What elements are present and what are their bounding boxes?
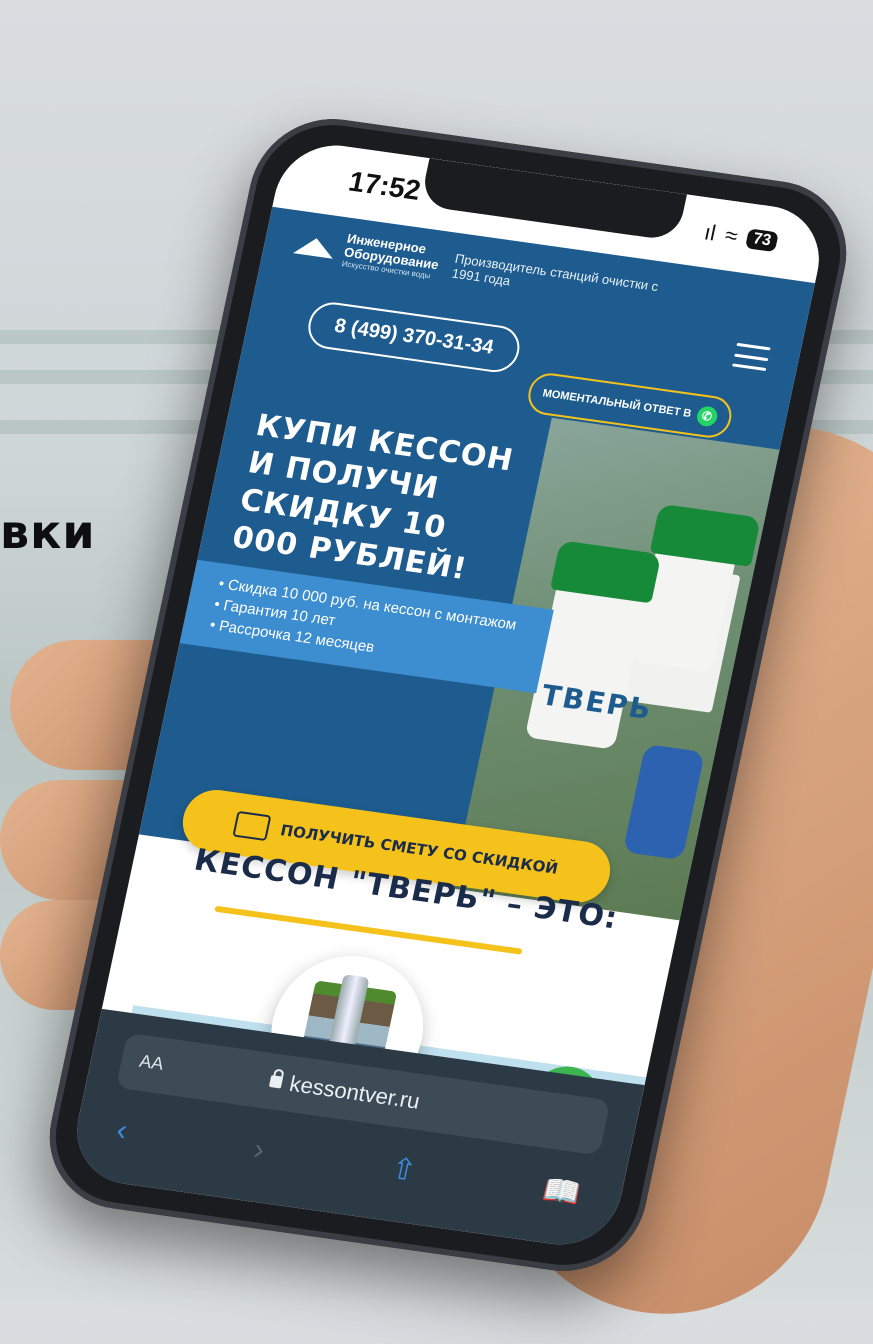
background-text: вки [0,505,96,559]
status-icons: ıl ≈ 73 [702,219,780,255]
lock-icon [268,1075,284,1089]
forward-icon[interactable]: › [251,1132,268,1167]
logo-triangle-icon [292,229,337,262]
discount-tag-icon [232,810,272,842]
signal-icon: ıl [702,219,719,246]
status-time: 17:52 [346,165,424,206]
menu-icon[interactable] [732,342,771,372]
battery-icon: 73 [745,228,779,253]
phone-number-button[interactable]: 8 (499) 370-31-34 [304,299,524,376]
hero-headline: КУПИ КЕССОН И ПОЛУЧИ СКИДКУ 10 000 РУБЛЕ… [229,408,517,588]
bookmarks-icon[interactable]: 📖 [540,1172,584,1212]
url-display: kessontver.ru [267,1068,422,1114]
site-tagline: Производитель станций очистки с 1991 год… [450,250,660,294]
back-icon[interactable]: ‹ [113,1113,131,1148]
logo-text: Инженерное Оборудование Искусство очистк… [341,231,448,282]
wifi-icon: ≈ [722,222,741,249]
whatsapp-button-label: МОМЕНТАЛЬНЫЙ ОТВЕТ В [541,387,693,420]
reader-aa-button[interactable]: AA [137,1051,166,1075]
whatsapp-icon: ✆ [694,405,719,428]
url-text: kessontver.ru [287,1071,423,1114]
browser-toolbar: AA kessontver.ru ‹ › ⇧ 📖 [66,1008,645,1252]
share-icon[interactable]: ⇧ [388,1151,420,1189]
